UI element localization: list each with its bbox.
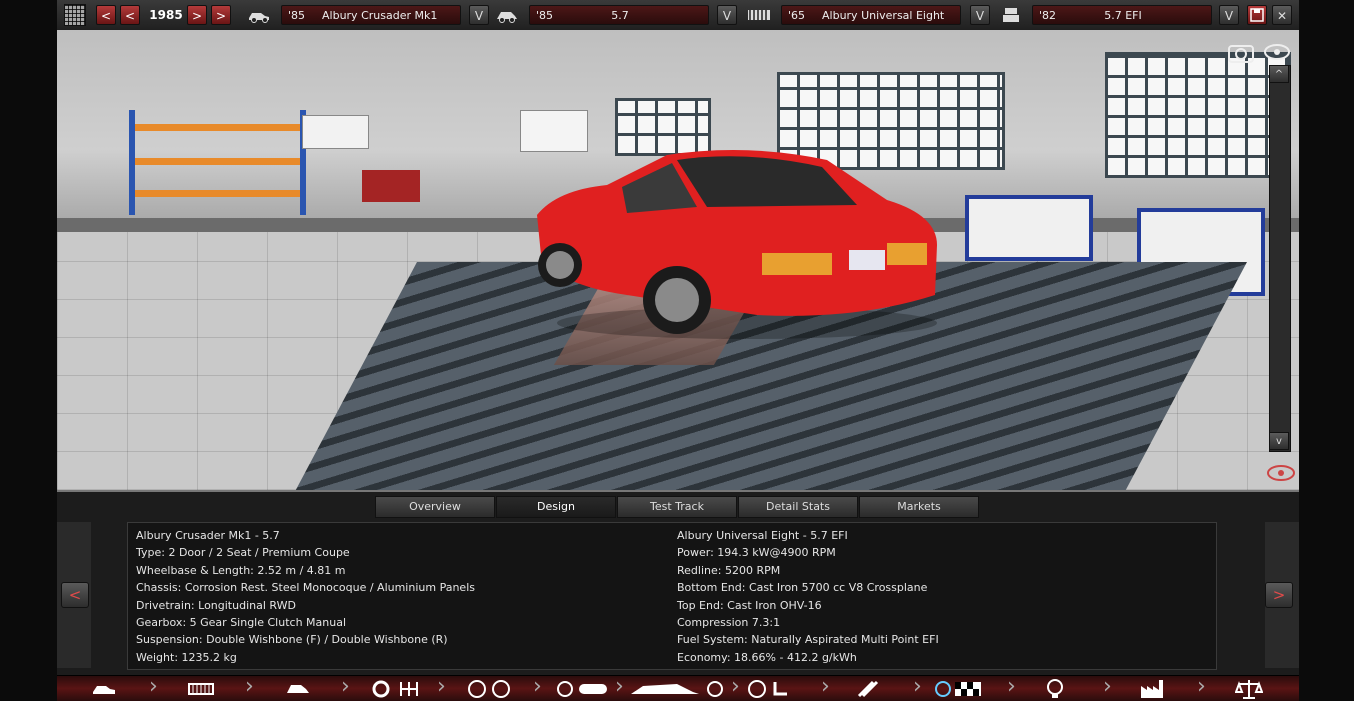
- car-model: [537, 150, 937, 339]
- engine-compression: Compression 7.3:1: [677, 616, 781, 630]
- chevron-right-icon: ›: [149, 674, 158, 699]
- car-suspension: Suspension: Double Wishbone (F) / Double…: [136, 633, 448, 647]
- zoom-scrollbar[interactable]: [1269, 65, 1291, 452]
- engine-economy: Economy: 18.66% - 412.2 g/kWh: [677, 650, 857, 664]
- year-next-fast-button[interactable]: >: [211, 5, 231, 25]
- whiteboard: [302, 115, 369, 149]
- factory-nav-icon[interactable]: [1139, 678, 1167, 700]
- body-styling-nav-icon[interactable]: [627, 678, 727, 700]
- current-year: 1985: [149, 8, 183, 22]
- car-drivetrain: Drivetrain: Longitudinal RWD: [136, 598, 296, 612]
- chevron-right-icon: ›: [731, 674, 740, 699]
- tab-test-track[interactable]: Test Track: [617, 496, 737, 518]
- car-model-nav-icon[interactable]: [91, 678, 117, 700]
- chevron-right-icon: ›: [821, 674, 830, 699]
- fixtures-nav-icon[interactable]: [853, 678, 883, 700]
- workbench-cabinet: [965, 195, 1093, 261]
- next-panel-button[interactable]: >: [1265, 582, 1293, 608]
- test-track-nav-icon[interactable]: [933, 678, 983, 700]
- tab-detail-stats[interactable]: Detail Stats: [738, 496, 858, 518]
- chassis-nav-icon[interactable]: [187, 678, 215, 700]
- tool-shelf: [129, 110, 306, 215]
- car-model-icon: [249, 13, 269, 23]
- engine-gearbox-nav-icon[interactable]: [371, 678, 421, 700]
- car-stats-column: Albury Crusader Mk1 - 5.7 Type: 2 Door /…: [136, 527, 475, 666]
- car-model-select[interactable]: '85 Albury Crusader Mk1: [281, 5, 461, 25]
- rotate-view-icon[interactable]: [1265, 462, 1297, 484]
- scroll-down-button[interactable]: v: [1269, 432, 1289, 450]
- chevron-right-icon: ›: [245, 674, 254, 699]
- engine-power: Power: 194.3 kW@4900 RPM: [677, 546, 836, 560]
- stats-box: Albury Crusader Mk1 - 5.7 Type: 2 Door /…: [127, 522, 1217, 670]
- garage-window: [1105, 52, 1291, 178]
- engine-variant-dropdown-button[interactable]: V: [1219, 5, 1239, 25]
- engine-family-select[interactable]: '65 Albury Universal Eight: [781, 5, 961, 25]
- engine-variant-select[interactable]: '82 5.7 EFI: [1032, 5, 1212, 25]
- car-type: Type: 2 Door / 2 Seat / Premium Coupe: [136, 546, 350, 560]
- car-trim-dropdown-button[interactable]: V: [717, 5, 737, 25]
- car-trim-icon: [497, 12, 517, 23]
- car-gearbox: Gearbox: 5 Gear Single Clutch Manual: [136, 616, 347, 630]
- car-title: Albury Crusader Mk1 - 5.7: [136, 529, 280, 542]
- engine-fuel-system: Fuel System: Naturally Aspirated Multi P…: [677, 633, 939, 647]
- prev-panel-button[interactable]: <: [61, 582, 89, 608]
- body-nav-icon[interactable]: [285, 678, 311, 700]
- year-prev-fast-button[interactable]: <: [96, 5, 116, 25]
- chevron-right-icon: ›: [341, 674, 350, 699]
- engine-top-end: Top End: Cast Iron OHV-16: [677, 598, 822, 612]
- engineering-nav-icon[interactable]: [1043, 678, 1069, 700]
- tab-overview[interactable]: Overview: [375, 496, 495, 518]
- engine-variant-icon: [1003, 8, 1019, 22]
- save-icon: [1250, 8, 1264, 22]
- chevron-right-icon: ›: [913, 674, 922, 699]
- year-prev-button[interactable]: <: [120, 5, 140, 25]
- car-model-dropdown-button[interactable]: V: [469, 5, 489, 25]
- engine-bottom-end: Bottom End: Cast Iron 5700 cc V8 Crosspl…: [677, 581, 928, 595]
- engine-family-dropdown-button[interactable]: V: [970, 5, 990, 25]
- chevron-right-icon: ›: [437, 674, 446, 699]
- wheels-nav-icon[interactable]: [555, 678, 611, 700]
- save-button[interactable]: [1247, 5, 1267, 25]
- top-toolbar: < < 1985 > > '85 Albury Crusader Mk1 V '8…: [57, 0, 1299, 31]
- tab-design[interactable]: Design: [496, 496, 616, 518]
- info-panel: Overview Design Test Track Detail Stats …: [57, 490, 1299, 677]
- engine-stats-column: Albury Universal Eight - 5.7 EFI Power: …: [677, 527, 939, 666]
- red-toolbox: [362, 170, 420, 202]
- bottom-navigation: › › › › › › › › › › › ›: [57, 675, 1299, 701]
- car-chassis: Chassis: Corrosion Rest. Steel Monocoque…: [136, 581, 475, 595]
- chevron-right-icon: ›: [1103, 674, 1112, 699]
- engine-title: Albury Universal Eight - 5.7 EFI: [677, 529, 848, 542]
- engine-redline: Redline: 5200 RPM: [677, 563, 781, 577]
- car-trim-select[interactable]: '85 5.7: [529, 5, 709, 25]
- garage-viewport[interactable]: ^ v: [57, 30, 1299, 490]
- chevron-right-icon: ›: [1197, 674, 1206, 699]
- year-next-button[interactable]: >: [187, 5, 207, 25]
- balance-scale-nav-icon[interactable]: [1235, 678, 1263, 700]
- interior-nav-icon[interactable]: [745, 678, 795, 700]
- car-wheelbase: Wheelbase & Length: 2.52 m / 4.81 m: [136, 563, 346, 577]
- chevron-right-icon: ›: [1007, 674, 1016, 699]
- calendar-icon[interactable]: [64, 4, 86, 26]
- suspension-nav-icon[interactable]: [465, 678, 515, 700]
- engine-family-icon: [748, 10, 770, 20]
- car-weight: Weight: 1235.2 kg: [136, 650, 237, 664]
- tab-markets[interactable]: Markets: [859, 496, 979, 518]
- scroll-up-button[interactable]: ^: [1269, 65, 1289, 83]
- chevron-right-icon: ›: [533, 674, 542, 699]
- camera-icon[interactable]: [1227, 38, 1291, 66]
- chevron-right-icon: ›: [615, 674, 624, 699]
- close-button[interactable]: ✕: [1272, 5, 1292, 25]
